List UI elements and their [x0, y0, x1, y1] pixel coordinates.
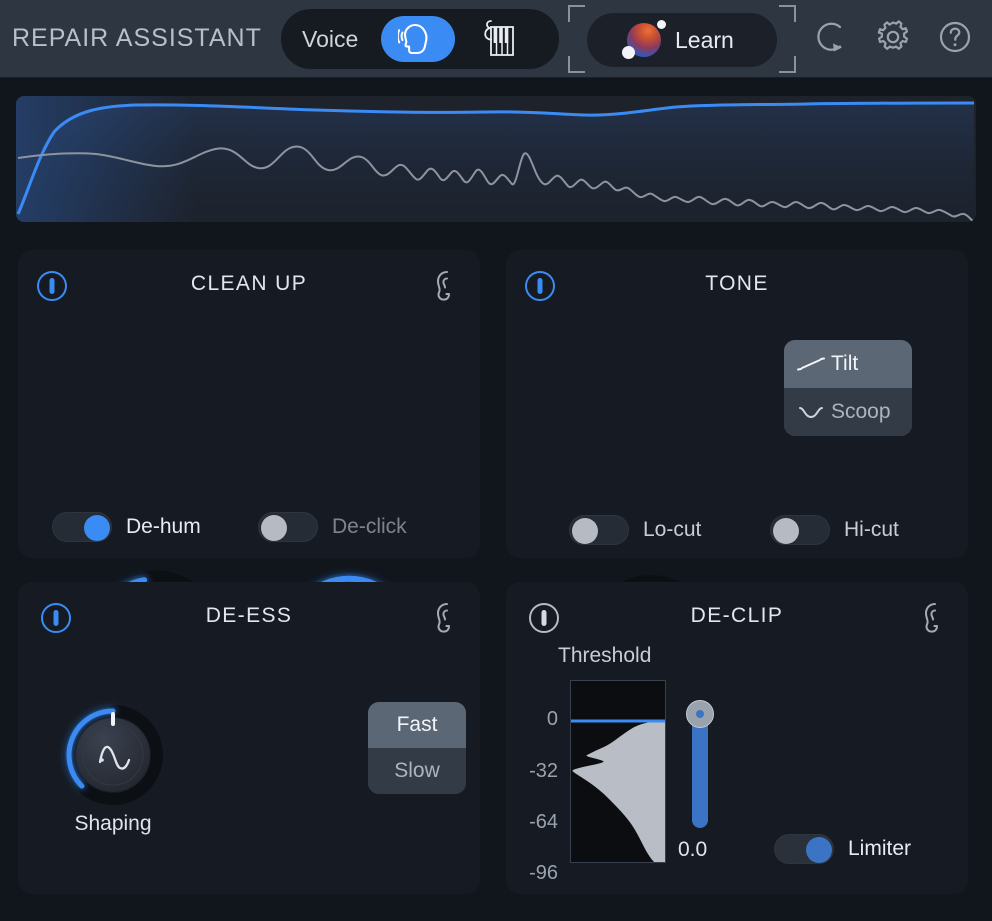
- spectrum-graph: [16, 96, 976, 222]
- declip-scale-label-96: -96: [529, 862, 558, 884]
- deess-solo-button[interactable]: [432, 601, 462, 635]
- hi-cut-label: Hi-cut: [844, 518, 899, 541]
- panel-cleanup: CLEAN UP De-hum De-click: [18, 250, 480, 741]
- speaking-head-icon: [398, 23, 428, 55]
- de-hum-switch[interactable]: [52, 512, 112, 542]
- declip-threshold-caption: Threshold: [558, 644, 652, 667]
- solo-listen-icon: [925, 603, 938, 633]
- de-click-switch-thumb: [261, 515, 287, 541]
- cleanup-solo-button[interactable]: [432, 269, 462, 303]
- tilt-line-icon: [796, 355, 826, 373]
- tone-shape-scoop-label: Scoop: [831, 400, 891, 423]
- shaping-knob[interactable]: Shaping: [58, 700, 168, 835]
- declip-scale-label-32: -32: [529, 760, 558, 782]
- reset-icon: [817, 22, 842, 52]
- source-label: Voice: [302, 25, 359, 52]
- settings-button[interactable]: [870, 14, 916, 60]
- learn-region: Learn: [568, 5, 796, 73]
- limiter-label: Limiter: [848, 837, 912, 860]
- music-mode-button[interactable]: [467, 15, 529, 63]
- bracket-bottom-left-icon: [568, 56, 585, 73]
- cleanup-title: CLEAN UP: [190, 272, 308, 295]
- spectrum-display[interactable]: [16, 96, 976, 222]
- declip-scale-label-64: -64: [529, 811, 558, 833]
- voice-mode-button[interactable]: [381, 16, 455, 62]
- de-ess-speed-selector[interactable]: Fast Slow: [368, 702, 466, 794]
- de-ess-speed-option-slow[interactable]: Slow: [368, 748, 466, 794]
- de-click-switch[interactable]: [258, 512, 318, 542]
- hi-cut-toggle[interactable]: Hi-cut: [770, 515, 899, 545]
- shaping-label: Shaping: [74, 812, 152, 835]
- help-icon: [939, 21, 971, 53]
- lo-cut-label: Lo-cut: [643, 518, 702, 541]
- tone-shape-tilt-label: Tilt: [831, 352, 859, 375]
- de-click-toggle[interactable]: De-click: [258, 512, 407, 542]
- limiter-toggle[interactable]: Limiter: [774, 834, 911, 864]
- declip-solo-button[interactable]: [920, 601, 950, 635]
- learn-button[interactable]: Learn: [587, 13, 777, 67]
- solo-listen-icon: [437, 603, 450, 633]
- de-hum-switch-thumb: [84, 515, 110, 541]
- source-selector[interactable]: Voice: [281, 9, 559, 69]
- deess-title: DE-ESS: [205, 604, 293, 627]
- reset-button[interactable]: [808, 14, 854, 60]
- limiter-switch-thumb: [806, 837, 832, 863]
- declip-threshold-value: 0.0: [678, 838, 708, 861]
- de-hum-label: De-hum: [126, 515, 201, 538]
- bracket-top-right-icon: [779, 5, 796, 22]
- declip-threshold-slider-track[interactable]: [692, 712, 708, 828]
- limiter-switch[interactable]: [774, 834, 834, 864]
- de-ess-speed-slow-label: Slow: [394, 759, 440, 782]
- header-icon-group: [808, 14, 978, 60]
- de-click-label: De-click: [332, 515, 407, 538]
- assistant-orb-icon: [622, 20, 666, 59]
- gear-icon: [877, 20, 908, 50]
- bracket-bottom-right-icon: [779, 56, 796, 73]
- scoop-curve-icon: [796, 403, 826, 421]
- tone-shape-option-scoop[interactable]: Scoop: [784, 388, 912, 436]
- declip-scale-label-0: 0: [546, 708, 558, 730]
- bracket-top-left-icon: [568, 5, 585, 22]
- help-button[interactable]: [932, 14, 978, 60]
- panel-declip: DE-CLIP Threshold 0 -32 -64 -96 0.0 Limi…: [506, 582, 968, 894]
- instrument-keyboard-icon: [484, 20, 514, 56]
- lo-cut-toggle[interactable]: Lo-cut: [569, 515, 701, 545]
- panel-tone: TONE Tone: [506, 250, 968, 735]
- declip-level-histogram: [570, 680, 666, 863]
- hi-cut-switch-thumb: [773, 518, 799, 544]
- lo-cut-switch[interactable]: [569, 515, 629, 545]
- plugin-window: REPAIR ASSISTANT Voice Learn CLEAN UP De…: [0, 0, 992, 921]
- learn-button-label: Learn: [675, 26, 734, 53]
- tone-shape-selector[interactable]: Tilt Scoop: [784, 340, 912, 436]
- hi-cut-switch[interactable]: [770, 515, 830, 545]
- de-ess-speed-option-fast[interactable]: Fast: [368, 702, 466, 748]
- page-title: REPAIR ASSISTANT: [12, 24, 262, 52]
- solo-listen-icon: [437, 271, 450, 301]
- lo-cut-switch-thumb: [572, 518, 598, 544]
- de-ess-speed-fast-label: Fast: [396, 713, 438, 736]
- tone-shape-option-tilt[interactable]: Tilt: [784, 340, 912, 388]
- declip-title: DE-CLIP: [690, 604, 784, 627]
- tone-title: TONE: [705, 272, 769, 295]
- declip-threshold-slider-thumb[interactable]: [686, 700, 714, 728]
- header-bar: REPAIR ASSISTANT Voice Learn: [0, 0, 992, 78]
- de-hum-toggle[interactable]: De-hum: [52, 512, 201, 542]
- panel-deess: DE-ESS Shaping Fast Slow: [18, 582, 480, 894]
